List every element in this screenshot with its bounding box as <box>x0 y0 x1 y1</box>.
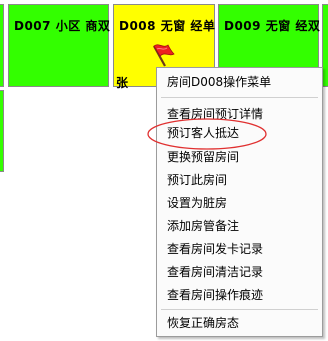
menu-item-cleaning-records[interactable]: 查看房间清洁记录 <box>167 263 263 281</box>
menu-item-set-dirty[interactable]: 设置为脏房 <box>167 194 227 212</box>
menu-separator <box>161 97 318 98</box>
room-tile-partial-left-row2[interactable] <box>0 90 4 172</box>
menu-header: 房间D008操作菜单 <box>167 75 272 89</box>
menu-item-change-room[interactable]: 更换预留房间 <box>167 148 239 166</box>
menu-item-guest-arrival[interactable]: 预订客人抵达 <box>167 124 239 142</box>
menu-separator <box>161 309 318 310</box>
menu-item-view-reservation[interactable]: 查看房间预订详情 <box>167 105 263 123</box>
room-title: D007 小区 商双 <box>14 19 111 33</box>
menu-item-restore-status[interactable]: 恢复正确房态 <box>167 314 239 332</box>
guest-name: 张 <box>116 76 129 90</box>
context-menu: 房间D008操作菜单 查看房间预订详情 预订客人抵达 更换预留房间 预订此房间 … <box>156 67 323 337</box>
room-tile-d007[interactable]: D007 小区 商双 <box>8 4 111 87</box>
room-title: D009 无窗 经双 <box>224 19 321 33</box>
red-flag-icon <box>153 44 175 67</box>
room-status-board: D007 小区 商双 D008 无窗 经单 张 D009 无窗 经双 房间D00… <box>0 0 328 341</box>
menu-item-add-note[interactable]: 添加房管备注 <box>167 217 239 235</box>
menu-item-card-records[interactable]: 查看房间发卡记录 <box>167 240 263 258</box>
menu-item-operation-trace[interactable]: 查看房间操作痕迹 <box>167 286 263 304</box>
room-title: D008 无窗 经单 <box>119 19 216 33</box>
room-tile-partial-left[interactable] <box>0 4 4 87</box>
menu-item-reserve-room[interactable]: 预订此房间 <box>167 171 227 189</box>
